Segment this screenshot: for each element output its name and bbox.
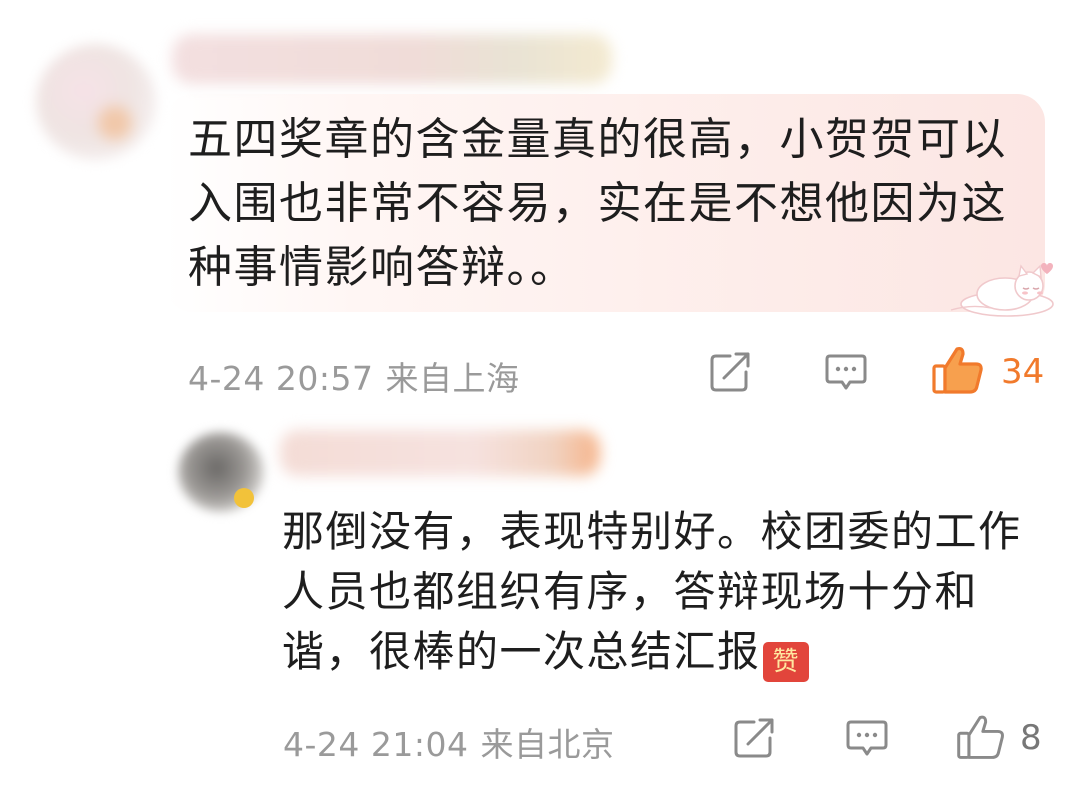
share-icon[interactable] — [708, 350, 754, 394]
share-icon[interactable] — [732, 716, 778, 760]
comment-text-content: 那倒没有，表现特别好。校团委的工作人员也都组织有序，答辩现场十分和谐，很棒的一次… — [282, 507, 1022, 676]
avatar[interactable] — [36, 44, 156, 160]
thumbs-up-icon[interactable] — [955, 712, 1007, 762]
username-blurred[interactable] — [280, 430, 600, 476]
comment-text[interactable]: 五四奖章的含金量真的很高，小贺贺可以入围也非常不容易，实在是不想他因为这种事情影… — [188, 108, 1018, 300]
comment-meta: 4-24 21:04 来自北京 — [283, 718, 615, 766]
comment-time: 4-24 20:57 — [188, 359, 374, 398]
comment-time: 4-24 21:04 — [283, 725, 469, 764]
like-count: 34 — [1001, 352, 1045, 392]
sleeping-cat-sticker-icon — [950, 263, 1054, 317]
thumbs-up-icon-liked[interactable] — [930, 344, 986, 396]
comment-icon[interactable] — [824, 350, 868, 394]
comment-meta: 4-24 20:57 来自上海 — [188, 352, 520, 400]
zan-emoji-icon: 赞 — [762, 642, 809, 682]
username-blurred[interactable] — [172, 34, 612, 84]
comment-text[interactable]: 那倒没有，表现特别好。校团委的工作人员也都组织有序，答辩现场十分和谐，很棒的一次… — [282, 502, 1042, 682]
comment-icon[interactable] — [845, 716, 889, 760]
like-count: 8 — [1020, 718, 1042, 758]
verified-badge-icon — [234, 488, 254, 508]
comment-location: 来自北京 — [480, 725, 615, 764]
comment-location: 来自上海 — [385, 359, 520, 398]
